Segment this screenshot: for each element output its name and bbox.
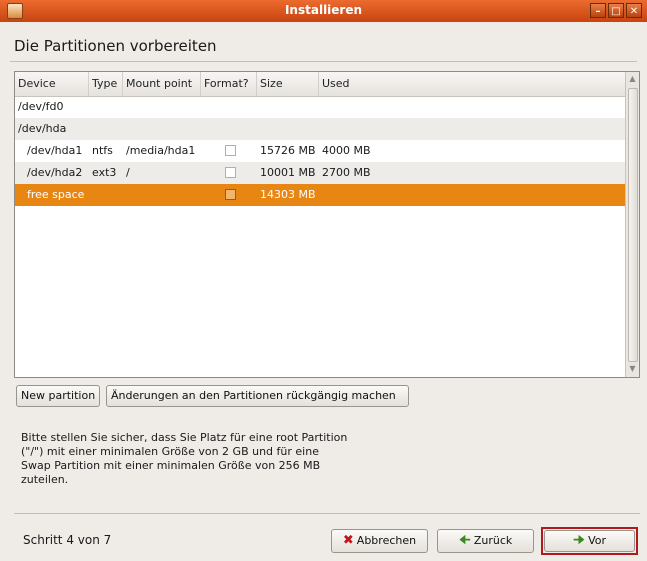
- size-cell: 15726 MB: [260, 144, 316, 157]
- format-checkbox[interactable]: [225, 189, 236, 200]
- cancel-label: Abbrechen: [356, 534, 417, 547]
- used-cell: 2700 MB: [322, 166, 371, 179]
- type-cell: ntfs: [92, 144, 113, 157]
- size-cell: 10001 MB: [260, 166, 316, 179]
- column-header-used[interactable]: Used: [319, 72, 627, 96]
- scroll-up-icon[interactable]: ▲: [628, 73, 637, 85]
- mount-point-cell: /: [126, 166, 130, 179]
- heading-divider: [10, 61, 637, 62]
- format-checkbox[interactable]: [225, 167, 236, 178]
- column-header-format[interactable]: Format?: [201, 72, 257, 96]
- device-cell: /dev/hda2: [27, 166, 83, 179]
- device-cell: /dev/hda: [18, 122, 67, 135]
- used-cell: 4000 MB: [322, 144, 371, 157]
- column-header-device[interactable]: Device: [15, 72, 89, 96]
- mount-point-cell: /media/hda1: [126, 144, 196, 157]
- close-icon[interactable]: ✕: [626, 3, 642, 18]
- back-label: Zurück: [473, 534, 513, 547]
- undo-changes-button[interactable]: Änderungen an den Partitionen rückgängig…: [106, 385, 409, 407]
- table-row[interactable]: /dev/hda: [15, 118, 627, 140]
- scroll-down-icon[interactable]: ▼: [628, 363, 637, 375]
- window-title: Installieren: [284, 3, 363, 17]
- cancel-button[interactable]: ✖ Abbrechen: [331, 529, 428, 553]
- back-button[interactable]: 🠈 Zurück: [437, 529, 534, 553]
- back-arrow-icon: 🠈: [458, 533, 471, 548]
- minimize-icon[interactable]: –: [590, 3, 606, 18]
- partition-table[interactable]: Device Type Mount point Format? Size Use…: [14, 71, 640, 378]
- footer-divider: [14, 513, 640, 514]
- device-cell: /dev/fd0: [18, 100, 64, 113]
- column-header-type[interactable]: Type: [89, 72, 123, 96]
- forward-label: Vor: [588, 534, 606, 547]
- device-cell: /dev/hda1: [27, 144, 83, 157]
- new-partition-button[interactable]: New partition: [16, 385, 100, 407]
- table-row[interactable]: /dev/hda2 ext3 / 10001 MB 2700 MB: [15, 162, 627, 184]
- forward-arrow-icon: 🠊: [572, 533, 586, 548]
- table-row[interactable]: /dev/hda1 ntfs /media/hda1 15726 MB 4000…: [15, 140, 627, 162]
- title-bar[interactable]: Installieren – □ ✕: [0, 0, 647, 22]
- device-cell: free space: [27, 188, 85, 201]
- scrollbar-thumb[interactable]: [628, 88, 638, 362]
- step-indicator: Schritt 4 von 7: [23, 533, 112, 547]
- maximize-icon[interactable]: □: [608, 3, 624, 18]
- format-checkbox[interactable]: [225, 145, 236, 156]
- table-row[interactable]: /dev/fd0: [15, 96, 627, 118]
- cancel-icon: ✖: [342, 533, 354, 548]
- page-title: Die Partitionen vorbereiten: [14, 37, 217, 55]
- column-header-mount-point[interactable]: Mount point: [123, 72, 201, 96]
- type-cell: ext3: [92, 166, 117, 179]
- table-scrollbar[interactable]: ▲ ▼: [625, 72, 639, 377]
- table-row-selected[interactable]: free space 14303 MB: [15, 184, 627, 206]
- size-cell: 14303 MB: [260, 188, 316, 201]
- column-header-size[interactable]: Size: [257, 72, 319, 96]
- table-header: Device Type Mount point Format? Size Use…: [15, 72, 627, 97]
- installer-window: Installieren – □ ✕ Die Partitionen vorbe…: [0, 0, 647, 561]
- forward-button[interactable]: 🠊 Vor: [544, 530, 635, 552]
- partition-info-text: Bitte stellen Sie sicher, dass Sie Platz…: [21, 431, 348, 486]
